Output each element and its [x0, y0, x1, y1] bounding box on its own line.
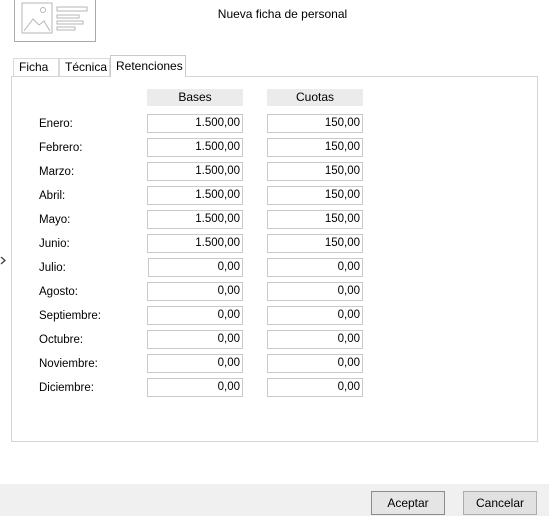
cuota-field-mayo[interactable]: 150,00	[267, 210, 363, 229]
base-field-febrero[interactable]: 1.500,00	[147, 138, 243, 157]
row-label-noviembre: Noviembre:	[39, 358, 98, 370]
accept-button[interactable]: Aceptar	[371, 491, 445, 515]
row-label-marzo: Marzo:	[39, 166, 75, 178]
cuota-field-febrero[interactable]: 150,00	[267, 138, 363, 157]
base-field-diciembre[interactable]: 0,00	[147, 378, 243, 397]
row-label-mayo: Mayo:	[39, 214, 71, 226]
base-field-marzo[interactable]: 1.500,00	[147, 162, 243, 181]
base-field-abril[interactable]: 1.500,00	[147, 186, 243, 205]
cuota-field-noviembre[interactable]: 0,00	[267, 354, 363, 373]
tab-ficha[interactable]: Ficha	[13, 58, 59, 76]
cuota-field-abril[interactable]: 150,00	[267, 186, 363, 205]
row-label-julio: Julio:	[39, 262, 66, 274]
base-field-mayo[interactable]: 1.500,00	[147, 210, 243, 229]
row-label-febrero: Febrero:	[39, 142, 83, 154]
cancel-button[interactable]: Cancelar	[463, 491, 537, 515]
base-field-octubre[interactable]: 0,00	[147, 330, 243, 349]
base-field-julio[interactable]: 0,00	[148, 258, 243, 277]
tab-retenciones[interactable]: Retenciones	[110, 55, 186, 77]
row-label-enero: Enero:	[39, 118, 73, 130]
base-field-noviembre[interactable]: 0,00	[147, 354, 243, 373]
row-label-octubre: Octubre:	[39, 334, 84, 346]
cuota-field-octubre[interactable]: 0,00	[267, 330, 363, 349]
cuota-field-enero[interactable]: 150,00	[267, 114, 363, 133]
base-field-enero[interactable]: 1.500,00	[147, 114, 243, 133]
tab-tecnica[interactable]: Técnica	[59, 58, 110, 76]
base-field-agosto[interactable]: 0,00	[147, 282, 243, 301]
row-label-septiembre: Septiembre:	[39, 310, 102, 322]
row-label-junio: Junio:	[39, 238, 70, 250]
chevron-right-icon[interactable]	[0, 256, 7, 268]
base-field-junio[interactable]: 1.500,00	[147, 234, 243, 253]
cuota-field-marzo[interactable]: 150,00	[267, 162, 363, 181]
cuota-field-agosto[interactable]: 0,00	[267, 282, 363, 301]
row-label-diciembre: Diciembre:	[39, 382, 94, 394]
cuota-field-septiembre[interactable]: 0,00	[267, 306, 363, 325]
row-label-agosto: Agosto:	[39, 286, 78, 298]
cuota-field-junio[interactable]: 150,00	[267, 234, 363, 253]
cuota-field-diciembre[interactable]: 0,00	[267, 378, 363, 397]
column-header-cuotas: Cuotas	[267, 89, 363, 106]
base-field-septiembre[interactable]: 0,00	[147, 306, 243, 325]
dialog-title: Nueva ficha de personal	[217, 7, 348, 21]
column-header-bases: Bases	[147, 89, 243, 106]
cuota-field-julio[interactable]: 0,00	[267, 258, 363, 277]
row-label-abril: Abril:	[39, 190, 66, 202]
